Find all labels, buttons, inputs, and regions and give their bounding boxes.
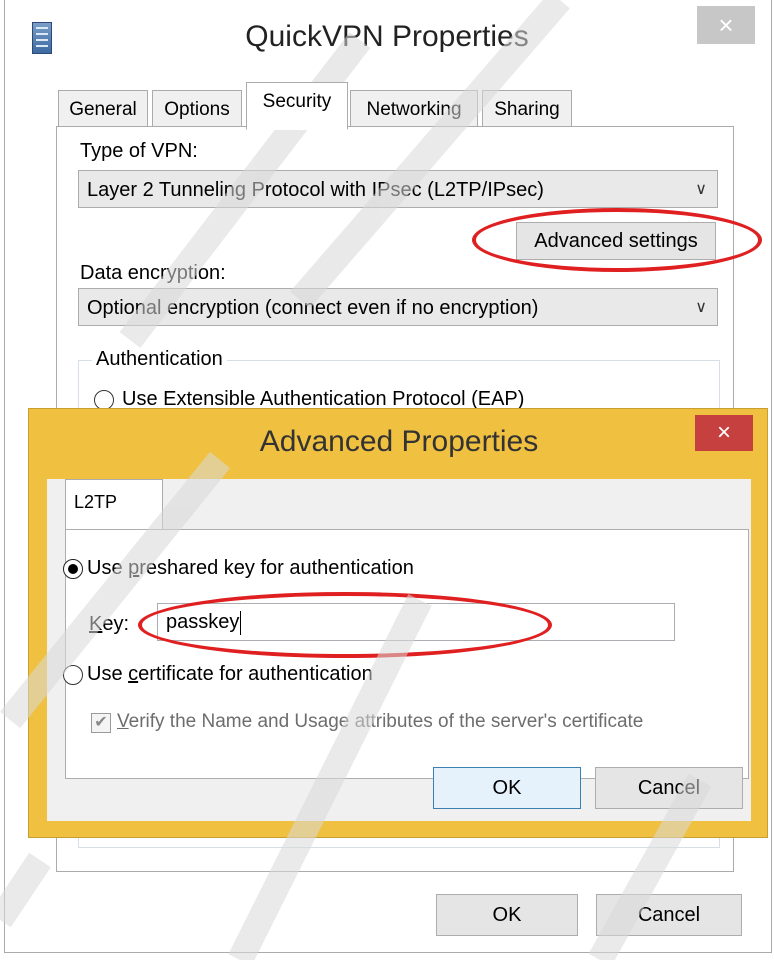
dialog-title: Advanced Properties — [259, 425, 539, 458]
cancel-button[interactable]: Cancel — [596, 894, 742, 936]
cancel-button[interactable]: Cancel — [595, 767, 743, 809]
tab-l2tp[interactable]: L2TP — [65, 479, 163, 531]
preshared-key-radio[interactable] — [63, 559, 83, 579]
close-button[interactable]: × — [695, 415, 753, 451]
certificate-radio-label: Use certificate for authentication — [87, 663, 373, 685]
data-encryption-label: Data encryption: — [80, 262, 226, 284]
data-encryption-select[interactable]: Optional encryption (connect even if no … — [78, 288, 718, 326]
close-icon: × — [716, 419, 731, 446]
advanced-settings-button[interactable]: Advanced settings — [516, 222, 716, 260]
verify-certificate-checkbox[interactable]: ✔ — [91, 713, 111, 733]
check-icon: ✔ — [94, 714, 108, 731]
ok-button[interactable]: OK — [433, 767, 581, 809]
ok-button[interactable]: OK — [436, 894, 578, 936]
tab-sharing[interactable]: Sharing — [482, 90, 572, 130]
vpn-type-value: Layer 2 Tunneling Protocol with IPsec (L… — [87, 179, 544, 201]
text-caret — [240, 610, 242, 635]
eap-radio[interactable] — [94, 390, 114, 410]
tab-options[interactable]: Options — [152, 90, 242, 130]
tab-networking[interactable]: Networking — [350, 90, 478, 130]
advanced-properties-dialog: Advanced Properties × L2TP Use preshared… — [28, 408, 768, 838]
vpn-type-label: Type of VPN: — [80, 140, 198, 162]
certificate-radio[interactable] — [63, 665, 83, 685]
key-label: Key: — [89, 613, 130, 635]
preshared-key-value: passkey — [166, 611, 240, 633]
data-encryption-value: Optional encryption (connect even if no … — [87, 297, 539, 319]
verify-certificate-label: Verify the Name and Usage attributes of … — [117, 711, 644, 732]
authentication-group-label: Authentication — [92, 348, 227, 371]
close-icon: × — [718, 10, 734, 40]
vpn-type-select[interactable]: Layer 2 Tunneling Protocol with IPsec (L… — [78, 170, 718, 208]
preshared-key-input[interactable]: passkey — [157, 603, 675, 641]
window-title: QuickVPN Properties — [245, 20, 529, 53]
tab-general[interactable]: General — [58, 90, 148, 130]
tab-security[interactable]: Security — [246, 82, 348, 130]
close-button[interactable]: × — [697, 6, 755, 44]
chevron-down-icon: ∨ — [695, 181, 707, 198]
chevron-down-icon: ∨ — [695, 299, 707, 316]
preshared-key-radio-label: Use preshared key for authentication — [87, 557, 414, 579]
